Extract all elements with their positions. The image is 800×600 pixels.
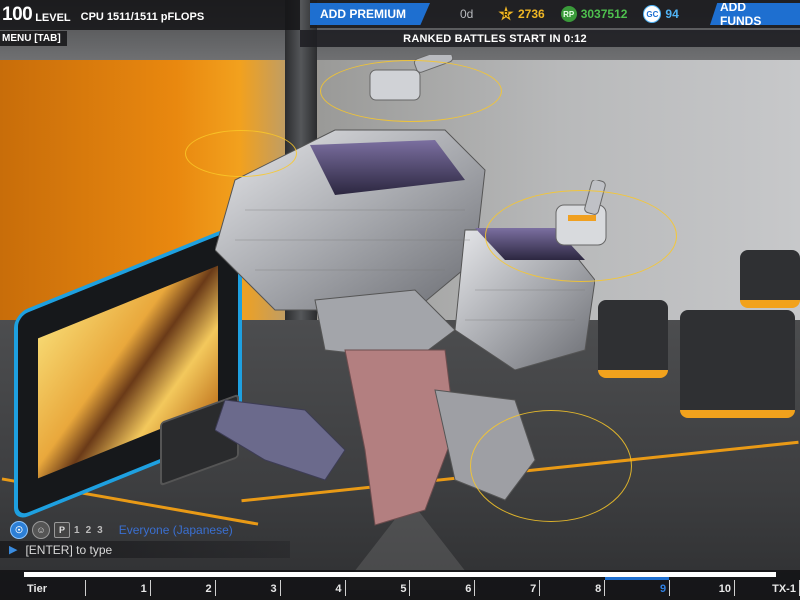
weapon-rotation-ring [185, 130, 297, 177]
gc-value: 94 [665, 7, 679, 21]
chat-placeholder: [ENTER] to type [25, 542, 113, 557]
rp-icon: RP [560, 6, 577, 22]
tier-tx1[interactable]: TX-1 [735, 580, 800, 596]
cpu-readout: CPU 1511/1511 pFLOPS [80, 11, 205, 23]
tier-3[interactable]: 3 [216, 580, 281, 596]
chat-arrow-icon: ▶ [9, 544, 18, 556]
rp-balance: RP 3037512 [560, 6, 628, 22]
tier-6[interactable]: 6 [410, 580, 476, 596]
team-icon[interactable]: ☺ [32, 521, 50, 539]
robits-value: 2736 [518, 7, 545, 21]
party-slot-3[interactable]: 3 [97, 522, 103, 538]
weapon-rotation-ring [320, 60, 502, 122]
countdown-bar: RANKED BATTLES START IN 0:12 [300, 30, 800, 47]
chat-channel-name[interactable]: Everyone (Japanese) [119, 523, 233, 537]
party-slot-1[interactable]: 1 [74, 522, 80, 538]
robits-icon: R [498, 6, 514, 21]
gc-balance: GC 94 [643, 5, 679, 23]
rp-value: 3037512 [580, 7, 628, 21]
garage-scene [0, 0, 800, 600]
player-level: 100 [2, 4, 33, 25]
tier-labels: Tier 1 2 3 4 5 6 7 8 9 10 TX-1 [24, 577, 800, 598]
gc-icon: GC [643, 5, 662, 23]
tier-bar: Tier 1 2 3 4 5 6 7 8 9 10 TX-1 [0, 570, 800, 600]
robits-balance: R 2736 [498, 6, 545, 22]
tier-1[interactable]: 1 [86, 580, 151, 596]
garage-bay-pad [598, 300, 668, 378]
weapon-rotation-ring [470, 410, 632, 522]
tier-2[interactable]: 2 [151, 580, 216, 596]
garage-bay-pad [680, 310, 795, 418]
ranked-countdown: RANKED BATTLES START IN 0:12 [403, 32, 587, 45]
party-icon[interactable]: P [54, 522, 70, 538]
add-premium-button[interactable]: ADD PREMIUM [310, 3, 430, 25]
tier-9[interactable]: 9 [605, 577, 671, 596]
party-slot-2[interactable]: 2 [86, 522, 92, 538]
level-label: LEVEL [35, 11, 71, 24]
currency-bar: ADD PREMIUM 0d R 2736 RP 3037512 GC 94 A… [310, 0, 800, 28]
add-funds-button[interactable]: ADD FUNDS [710, 3, 800, 25]
tier-5[interactable]: 5 [346, 580, 411, 596]
tier-7[interactable]: 7 [475, 580, 541, 596]
chat-channel-bar: ☉ ☺ P 1 2 3 Everyone (Japanese) [10, 520, 233, 540]
chat-input[interactable]: ▶ [ENTER] to type [0, 541, 290, 558]
globe-icon[interactable]: ☉ [10, 521, 28, 539]
tier-10[interactable]: 10 [670, 580, 736, 596]
tier-8[interactable]: 8 [540, 580, 606, 596]
weapon-rotation-ring [485, 190, 677, 282]
tier-4[interactable]: 4 [281, 580, 346, 596]
premium-days: 0d [460, 7, 474, 21]
tier-label: Tier [24, 580, 86, 596]
player-info-bar: 100 LEVEL CPU 1511/1511 pFLOPS [0, 0, 300, 30]
garage-bay-pad [740, 250, 800, 308]
menu-tab-button[interactable]: MENU [TAB] [0, 31, 67, 46]
